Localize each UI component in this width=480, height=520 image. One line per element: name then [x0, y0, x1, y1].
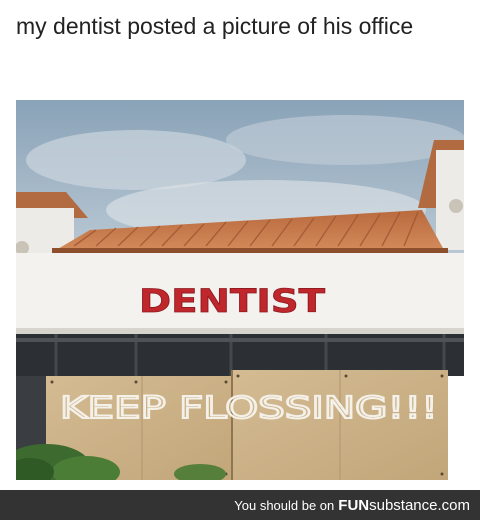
brand-domain: substance.com — [369, 497, 470, 514]
post-caption: my dentist posted a picture of his offic… — [16, 13, 414, 39]
dentist-sign: DENTIST — [139, 282, 325, 320]
storefront-photo: DENTIST KEEP FLOSSING!!! — [16, 100, 464, 480]
keep-flossing-graffiti: KEEP FLOSSING!!! — [60, 391, 438, 426]
footer-tagline: You should be on — [234, 498, 335, 513]
footer-promo[interactable]: You should be on FUNsubstance.com — [234, 497, 470, 514]
brand-fun: FUN — [338, 497, 370, 514]
site-footer: You should be on FUNsubstance.com — [0, 490, 480, 520]
